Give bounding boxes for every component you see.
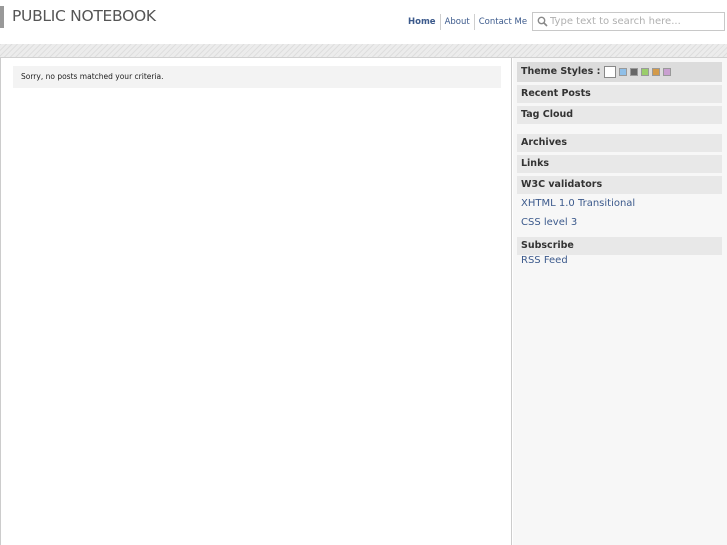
theme-styles-label: Theme Styles : <box>521 66 601 77</box>
theme-swatch-blue[interactable] <box>619 68 628 76</box>
title-accent-bar <box>0 6 4 28</box>
theme-swatch-orange[interactable] <box>652 68 661 76</box>
sidebar: Theme Styles : Recent Posts Tag Cloud Ar… <box>513 58 727 545</box>
xhtml-validator-link[interactable]: XHTML 1.0 Transitional <box>521 198 635 209</box>
recent-posts-title: Recent Posts <box>517 85 722 103</box>
header: PUBLIC NOTEBOOK Home About Contact Me <box>0 0 727 44</box>
theme-styles-widget: Theme Styles : <box>517 62 722 82</box>
site-title[interactable]: PUBLIC NOTEBOOK <box>12 7 156 25</box>
main-nav: Home About Contact Me <box>404 14 531 30</box>
theme-swatch-dark[interactable] <box>630 68 639 76</box>
archives-title: Archives <box>517 134 722 152</box>
nav-home[interactable]: Home <box>404 14 440 30</box>
main-content: Sorry, no posts matched your criteria. <box>0 58 512 545</box>
tag-cloud-title: Tag Cloud <box>517 106 722 124</box>
theme-swatch-green[interactable] <box>641 68 650 76</box>
nav-contact[interactable]: Contact Me <box>473 14 531 30</box>
nav-about[interactable]: About <box>439 14 474 30</box>
search-icon <box>537 16 548 27</box>
links-title: Links <box>517 155 722 173</box>
rss-feed-link[interactable]: RSS Feed <box>521 255 568 266</box>
search-box <box>532 12 725 31</box>
search-input[interactable] <box>550 13 722 30</box>
theme-swatch-white[interactable] <box>604 66 617 78</box>
css-validator-link[interactable]: CSS level 3 <box>521 217 577 228</box>
subscribe-title: Subscribe <box>517 237 722 255</box>
no-posts-notice: Sorry, no posts matched your criteria. <box>13 66 501 88</box>
header-divider-stripe <box>0 44 727 58</box>
w3c-validators-title: W3C validators <box>517 176 722 194</box>
theme-swatch-purple[interactable] <box>663 68 672 76</box>
